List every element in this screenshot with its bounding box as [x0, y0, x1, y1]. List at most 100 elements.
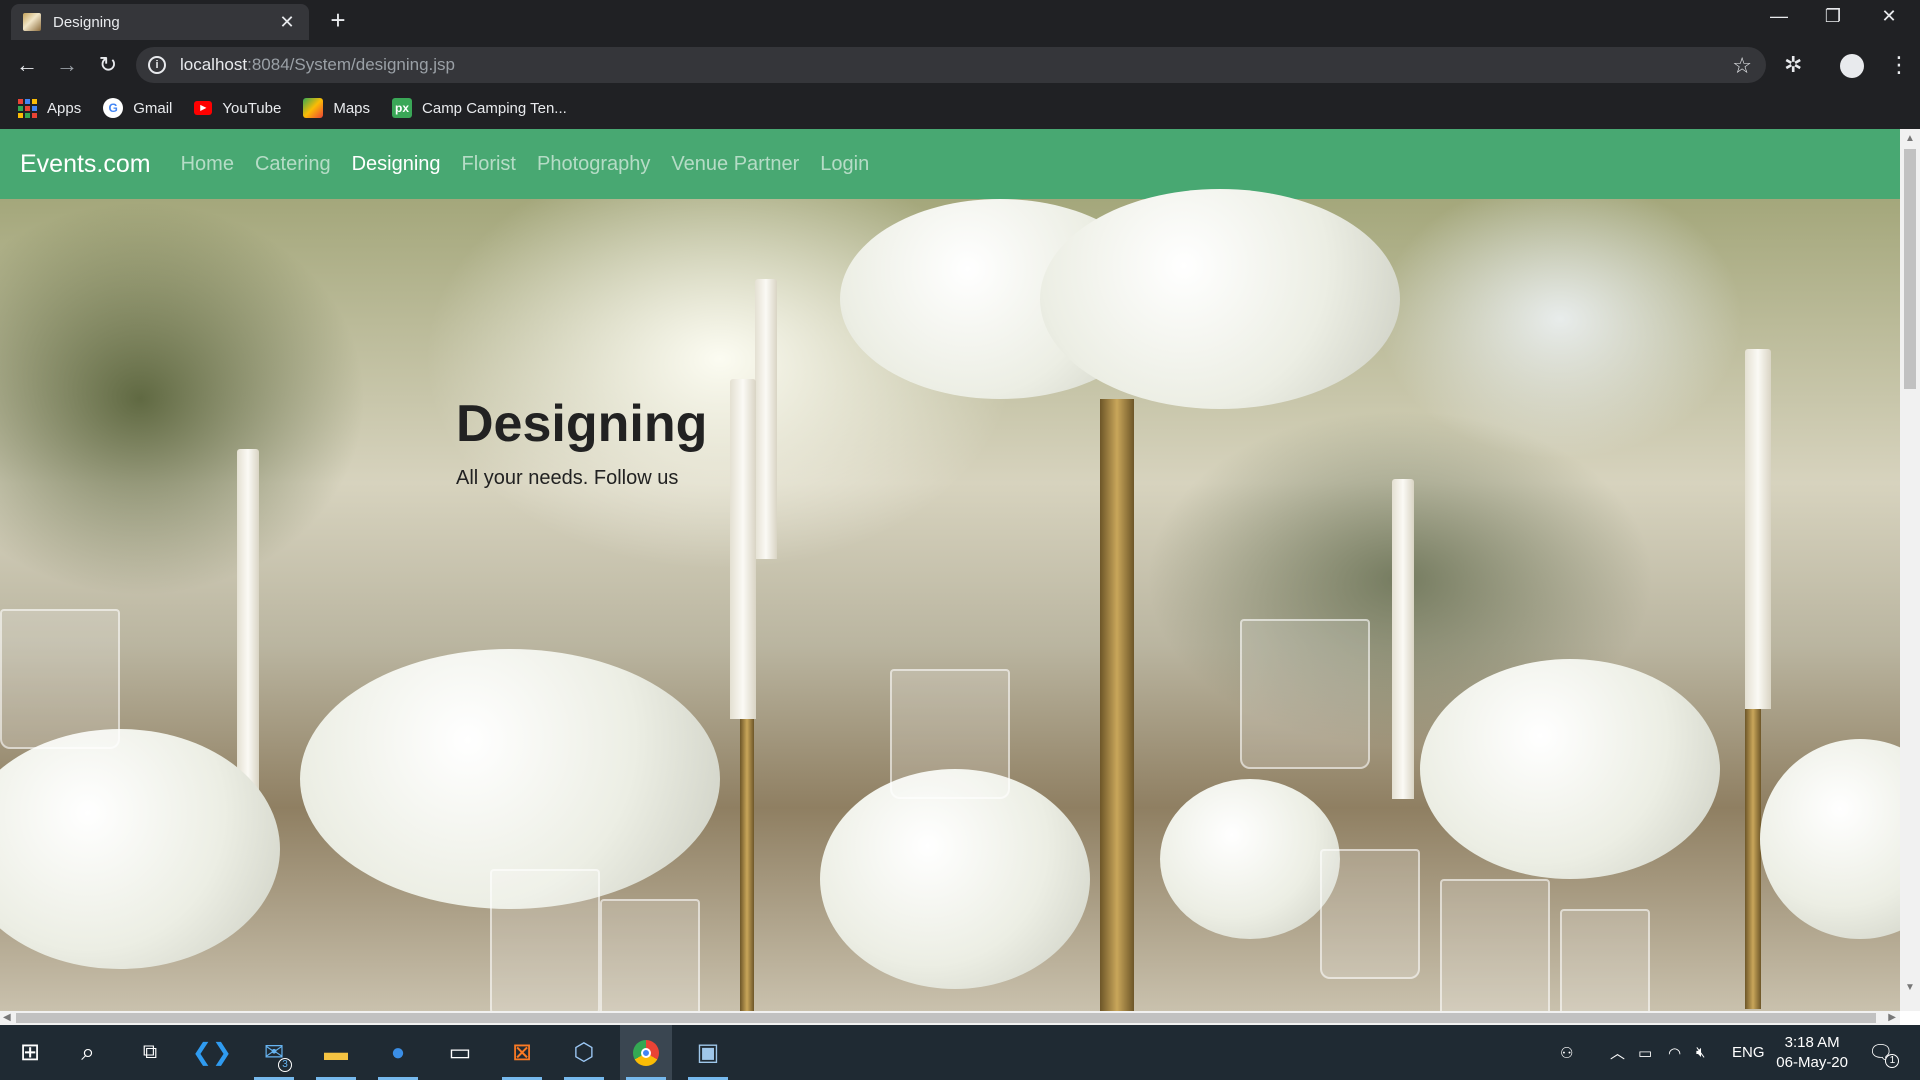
- chrome-icon[interactable]: [620, 1025, 672, 1080]
- nav-login[interactable]: Login: [820, 153, 869, 176]
- clock-date: 06-May-20: [1776, 1054, 1848, 1071]
- bookmark-label: Maps: [333, 99, 371, 117]
- bookmark-gmail[interactable]: G Gmail: [103, 98, 172, 118]
- bookmark-label: Camp Camping Ten...: [422, 99, 567, 117]
- wine-glass: [1440, 879, 1550, 1025]
- hero-title: Designing: [456, 395, 708, 453]
- browser-tab-designing[interactable]: Designing ✕: [11, 4, 309, 40]
- maps-icon: [303, 98, 324, 118]
- taskbar-clock[interactable]: 3:18 AM 06-May-20: [1776, 1033, 1848, 1073]
- virtualbox-icon[interactable]: ⬡: [558, 1025, 610, 1080]
- battery-icon[interactable]: ▭: [1638, 1025, 1652, 1080]
- youtube-icon: ▶: [194, 101, 213, 115]
- wine-glass: [1560, 909, 1650, 1025]
- minimize-button[interactable]: —: [1756, 6, 1802, 27]
- photos-icon[interactable]: ▣: [682, 1025, 734, 1080]
- bookmark-label: Gmail: [133, 99, 173, 117]
- horizontal-scroll-thumb[interactable]: [16, 1013, 1876, 1023]
- nav-home[interactable]: Home: [181, 153, 234, 176]
- bookmark-youtube[interactable]: ▶ YouTube: [194, 100, 281, 117]
- scroll-down-icon[interactable]: ▼: [1905, 982, 1915, 993]
- nav-venue-partner[interactable]: Venue Partner: [671, 153, 799, 176]
- language-indicator[interactable]: ENG: [1732, 1025, 1765, 1080]
- site-brand[interactable]: Events.com: [20, 150, 151, 179]
- hurricane-glass: [0, 609, 120, 749]
- terminal-icon[interactable]: ▭: [434, 1025, 486, 1080]
- wine-glass: [1320, 849, 1420, 979]
- vscode-icon[interactable]: ❮❯: [186, 1025, 238, 1080]
- url-path: :8084/System/designing.jsp: [247, 55, 456, 74]
- nav-designing[interactable]: Designing: [352, 153, 441, 176]
- hero-subtitle: All your needs. Follow us: [456, 467, 679, 489]
- gold-candelabra: [1100, 399, 1134, 1025]
- vertical-scroll-thumb[interactable]: [1904, 149, 1916, 389]
- bookmark-apps[interactable]: Apps: [18, 98, 82, 118]
- candle: [1392, 479, 1414, 799]
- apps-grid-icon: [18, 98, 37, 118]
- candle: [730, 379, 756, 719]
- wine-glass: [600, 899, 700, 1025]
- hurricane-glass: [890, 669, 1010, 799]
- close-window-button[interactable]: ✕: [1866, 6, 1912, 27]
- hurricane-glass: [1240, 619, 1370, 769]
- bookmark-star-icon[interactable]: ☆: [1732, 53, 1752, 79]
- nav-photography[interactable]: Photography: [537, 153, 650, 176]
- firefox-icon[interactable]: ●: [372, 1025, 424, 1080]
- candle-holder: [1745, 709, 1761, 1009]
- nav-catering[interactable]: Catering: [255, 153, 331, 176]
- back-button[interactable]: ←: [12, 50, 42, 80]
- task-view-icon[interactable]: ⧉: [124, 1025, 176, 1080]
- volume-muted-icon[interactable]: 🔇︎: [1696, 1025, 1705, 1080]
- action-center-icon[interactable]: 🗨︎ 1: [1868, 1025, 1900, 1080]
- wine-glass: [490, 869, 600, 1019]
- flower-arrangement: [1760, 739, 1920, 939]
- file-explorer-icon[interactable]: ▬: [310, 1025, 362, 1080]
- flower-arrangement: [820, 769, 1090, 989]
- reload-button[interactable]: ↻: [93, 50, 123, 80]
- search-icon[interactable]: ⌕: [62, 1025, 114, 1080]
- profile-avatar-icon[interactable]: [1840, 54, 1864, 78]
- forward-button[interactable]: →: [52, 50, 82, 80]
- tab-title: Designing: [53, 13, 120, 31]
- tab-close-icon[interactable]: ✕: [277, 12, 297, 33]
- scroll-right-icon[interactable]: ▶: [1888, 1012, 1896, 1023]
- browser-toolbar: ← → ↻ i localhost :8084/System/designing…: [0, 44, 1920, 86]
- tray-chevron-up-icon[interactable]: ︿: [1610, 1025, 1625, 1080]
- bookmark-label: YouTube: [222, 99, 282, 117]
- new-tab-button[interactable]: +: [325, 6, 351, 34]
- menu-kebab-icon[interactable]: ⋮: [1888, 52, 1910, 78]
- candle: [237, 449, 259, 799]
- bookmark-maps[interactable]: Maps: [303, 98, 370, 118]
- nav-florist[interactable]: Florist: [462, 153, 516, 176]
- bookmark-label: Apps: [47, 99, 82, 117]
- xampp-icon[interactable]: ⊠: [496, 1025, 548, 1080]
- tab-favicon-icon: [23, 13, 41, 31]
- scroll-up-icon[interactable]: ▲: [1905, 133, 1915, 144]
- hero-image: Designing All your needs. Follow us: [0, 189, 1920, 1025]
- flower-arrangement: [1160, 779, 1340, 939]
- flower-arrangement: [1040, 189, 1400, 409]
- site-info-icon[interactable]: i: [148, 56, 166, 74]
- vertical-scrollbar[interactable]: ▲ ▼: [1900, 129, 1920, 1011]
- flower-arrangement: [1420, 659, 1720, 879]
- people-icon[interactable]: ⚇: [1560, 1025, 1573, 1080]
- wifi-icon[interactable]: ◠: [1668, 1025, 1681, 1080]
- notifications-badge: 1: [1885, 1054, 1900, 1068]
- restore-button[interactable]: ❐: [1810, 6, 1856, 27]
- bookmark-camp-camping[interactable]: px Camp Camping Ten...: [392, 98, 567, 118]
- candle: [1745, 349, 1771, 709]
- extension-icon[interactable]: ✲: [1784, 52, 1802, 78]
- candle-holder: [740, 719, 754, 1019]
- horizontal-scrollbar[interactable]: ◀ ▶: [0, 1011, 1900, 1025]
- bookmarks-bar: Apps G Gmail ▶ YouTube Maps px Camp Camp…: [0, 90, 1920, 126]
- address-bar[interactable]: i localhost :8084/System/designing.jsp ☆: [136, 47, 1766, 83]
- browser-chrome: Designing ✕ + — ❐ ✕ ← → ↻ i localhost :8…: [0, 0, 1920, 129]
- scroll-left-icon[interactable]: ◀: [3, 1012, 11, 1023]
- start-windows-icon[interactable]: ⊞: [4, 1025, 56, 1080]
- site-navbar: Events.com Home Catering Designing Flori…: [0, 129, 1900, 199]
- google-icon: G: [103, 98, 124, 118]
- px-icon: px: [392, 98, 413, 118]
- mail-badge: 3: [278, 1058, 292, 1072]
- page-viewport: Events.com Home Catering Designing Flori…: [0, 129, 1920, 1025]
- mail-icon[interactable]: ✉ 3: [248, 1025, 300, 1080]
